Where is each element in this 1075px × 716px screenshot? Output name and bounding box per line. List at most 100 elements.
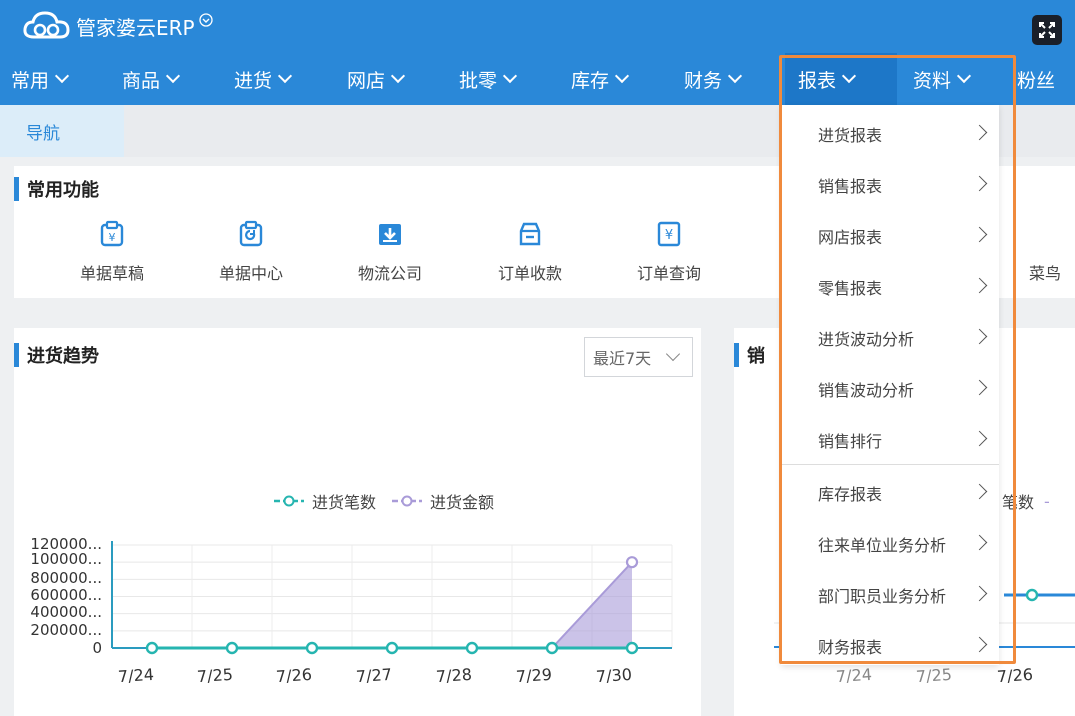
chevron-right-icon (971, 379, 988, 396)
top-bar: 管家婆云ERP 常用 商品 进货 网店 批零 库存 财务 报表 资料 粉丝 (0, 0, 1075, 105)
nav-item-finance[interactable]: 财务 (672, 53, 784, 105)
chevron-right-icon (971, 636, 988, 653)
nav-item-purchase[interactable]: 进货 (224, 53, 336, 105)
menu-item-label: 进货波动分析 (818, 329, 915, 349)
chevron-down-icon (390, 68, 406, 84)
func-label: 订单查询 (636, 264, 701, 283)
nav-item-goods[interactable]: 商品 (112, 53, 224, 105)
data-point (625, 556, 639, 569)
data-point (385, 641, 399, 655)
app-logo[interactable]: 管家婆云ERP (22, 9, 213, 43)
menu-item-label: 零售报表 (818, 278, 883, 298)
chevron-down-icon (727, 68, 743, 84)
order-payment-icon (519, 222, 541, 246)
chevron-down-icon (277, 68, 293, 84)
title-accent (14, 177, 19, 201)
x-tick-label: 7/24 (117, 664, 155, 687)
menu-item-sales-report[interactable]: 销售报表 (781, 159, 999, 210)
expand-icon (1039, 22, 1055, 38)
func-document-center[interactable]: 单据中心 (201, 220, 301, 284)
menu-divider (781, 464, 999, 465)
document-center-icon (239, 220, 263, 247)
nav-label: 批零 (459, 69, 498, 92)
chevron-right-icon (971, 430, 988, 447)
x-tick-label: 7/26 (275, 664, 313, 687)
menu-item-partner-analysis[interactable]: 往来单位业务分析 (781, 518, 999, 569)
x-tick-label: 7/27 (355, 664, 393, 687)
brand-name: 管家婆云ERP (76, 15, 195, 40)
func-label: 物流公司 (357, 264, 422, 283)
data-point (545, 641, 559, 655)
menu-item-label: 销售排行 (818, 431, 883, 451)
x-tick-label: 7/30 (595, 664, 633, 687)
menu-item-label: 库存报表 (818, 484, 883, 504)
menu-item-purchase-fluctuation[interactable]: 进货波动分析 (781, 312, 999, 363)
cloud-logo-icon (23, 11, 70, 39)
fullscreen-button[interactable] (1032, 15, 1062, 45)
chevron-right-icon (971, 585, 988, 602)
data-point (625, 641, 639, 655)
menu-item-label: 部门职员业务分析 (818, 586, 947, 606)
menu-item-label: 销售报表 (818, 176, 883, 196)
draft-document-icon: ¥ (100, 220, 124, 247)
purchase-trend-panel: 进货趋势 最近7天 进货笔数 进货金额 120000... 100000... … (14, 328, 701, 716)
nav-label: 商品 (122, 69, 161, 92)
purchase-trend-chart (111, 541, 673, 655)
chevron-down-icon (614, 68, 630, 84)
nav-label: 财务 (684, 69, 723, 92)
nav-label: 资料 (913, 69, 952, 92)
x-tick-label: 7/25 (196, 664, 234, 687)
chevron-down-icon (502, 68, 518, 84)
func-label: 单据草稿 (79, 264, 144, 283)
chevron-right-icon (971, 124, 988, 141)
nav-item-data[interactable]: 资料 (897, 53, 1009, 105)
main-nav: 常用 商品 进货 网店 批零 库存 财务 报表 资料 粉丝 (0, 53, 1069, 105)
func-order-payment[interactable]: 订单收款 (480, 220, 580, 284)
chevron-right-icon (971, 226, 988, 243)
menu-item-label: 财务报表 (818, 637, 883, 657)
menu-item-sales-ranking[interactable]: 销售排行 (781, 414, 999, 465)
nav-label: 常用 (11, 69, 50, 92)
func-label: 单据中心 (218, 264, 283, 283)
menu-item-label: 销售波动分析 (818, 380, 915, 400)
tab-navigation[interactable]: 导航 (0, 105, 124, 157)
func-draft-documents[interactable]: ¥ 单据草稿 (62, 220, 162, 284)
menu-item-label: 往来单位业务分析 (818, 535, 947, 555)
nav-label: 报表 (798, 69, 837, 92)
data-point (465, 641, 479, 655)
data-point (1025, 588, 1039, 602)
nav-item-inventory[interactable]: 库存 (560, 53, 672, 105)
x-tick-label: 7/29 (515, 664, 553, 687)
nav-item-reports[interactable]: 报表 (785, 53, 897, 105)
brand-dropdown-icon[interactable] (198, 13, 213, 27)
func-label: 订单收款 (497, 264, 562, 283)
nav-item-common[interactable]: 常用 (0, 53, 112, 105)
x-tick-label: 7/28 (435, 664, 473, 687)
menu-item-label: 网店报表 (818, 227, 883, 247)
chevron-right-icon (971, 483, 988, 500)
menu-item-finance-report[interactable]: 财务报表 (781, 620, 999, 671)
func-label: 菜鸟 (1029, 264, 1062, 283)
func-cainiao[interactable]: 菜鸟 (1029, 220, 1075, 284)
data-point (145, 641, 159, 655)
func-order-query[interactable]: ¥ 订单查询 (619, 220, 719, 284)
nav-label: 库存 (571, 69, 610, 92)
menu-item-sales-fluctuation[interactable]: 销售波动分析 (781, 363, 999, 414)
nav-item-fans[interactable]: 粉丝 (1009, 53, 1069, 105)
menu-item-webstore-report[interactable]: 网店报表 (781, 210, 999, 261)
func-logistics[interactable]: 物流公司 (340, 220, 440, 284)
data-point (225, 641, 239, 655)
menu-item-retail-report[interactable]: 零售报表 (781, 261, 999, 312)
nav-label: 粉丝 (1017, 69, 1056, 92)
menu-item-staff-analysis[interactable]: 部门职员业务分析 (781, 569, 999, 620)
chevron-right-icon (971, 328, 988, 345)
nav-item-webstore[interactable]: 网店 (336, 53, 448, 105)
chevron-down-icon (841, 68, 857, 84)
menu-item-inventory-report[interactable]: 库存报表 (781, 467, 999, 518)
common-title: 常用功能 (27, 180, 99, 201)
chevron-right-icon (971, 277, 988, 294)
nav-item-wholesale[interactable]: 批零 (448, 53, 560, 105)
chevron-down-icon (165, 68, 181, 84)
menu-item-purchase-report[interactable]: 进货报表 (781, 108, 999, 159)
svg-text:¥: ¥ (109, 231, 116, 244)
